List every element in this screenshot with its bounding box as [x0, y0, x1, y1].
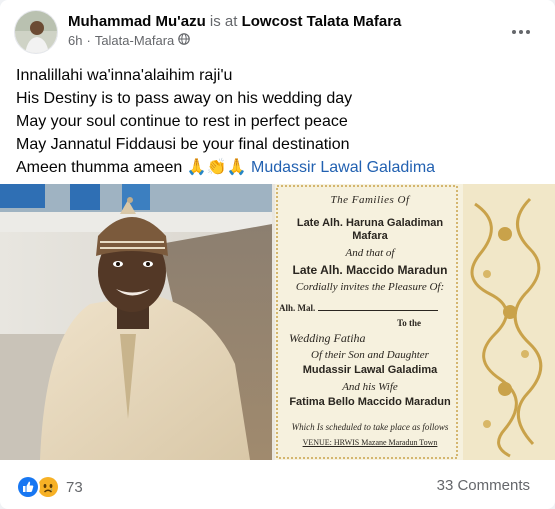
reactions-summary[interactable]: 73 [16, 475, 83, 499]
post-line: His Destiny is to pass away on his weddi… [16, 90, 353, 107]
inv-alh-mal: Alh. Mal. [279, 302, 461, 315]
post-line: May Jannatul Fiddausi be your final dest… [16, 136, 350, 153]
ameen-text: Ameen thumma ameen [16, 159, 183, 176]
inv-and-his-wife: And his Wife [342, 381, 398, 393]
mention-link[interactable]: Mudassir Lawal Galadima [251, 159, 435, 176]
avatar[interactable] [14, 10, 58, 54]
inv-scheduled: Which Is scheduled to take place as foll… [291, 422, 449, 432]
post-text: Innalillahi wa'inna'alaihim raji'u His D… [16, 64, 541, 179]
inv-groom: Mudassir Lawal Galadima [302, 364, 438, 376]
inv-heading: The Families Of [330, 194, 410, 206]
inv-bride: Fatima Bello Maccido Maradun [289, 396, 451, 408]
post-footer: 73 33 Comments [0, 460, 555, 509]
inv-of-their: Of their Son and Daughter [311, 349, 429, 361]
post-time[interactable]: 6h [68, 33, 82, 48]
at-text: is at [209, 13, 238, 30]
reaction-count: 73 [66, 478, 83, 496]
prayer-emoji: 🙏👏🙏 [186, 159, 247, 176]
meta-separator: · [86, 33, 91, 48]
portrait-photo[interactable] [0, 184, 272, 460]
post-meta: 6h · Talata-Mafara [68, 33, 191, 48]
post-line-last: Ameen thumma ameen 🙏👏🙏 Mudassir Lawal Ga… [16, 156, 541, 179]
inv-event: Wedding Fatiha [289, 331, 366, 345]
inv-blank-line [317, 310, 438, 311]
dot-icon [519, 30, 523, 34]
inv-to-the: To the [397, 318, 421, 328]
inv-cordially: Cordially invites the Pleasure Of: [295, 281, 445, 293]
inv-and-that: And that of [345, 247, 395, 259]
post-line: May your soul continue to rest in perfec… [16, 113, 348, 130]
author-name[interactable]: Muhammad Mu'azu [68, 13, 206, 30]
like-icon [16, 475, 40, 499]
dot-icon [526, 30, 530, 34]
post-media[interactable]: The Families Of Late Alh. Haruna Galadim… [0, 184, 555, 460]
invitation-card[interactable]: The Families Of Late Alh. Haruna Galadim… [275, 184, 555, 460]
post-location[interactable]: Talata-Mafara [95, 33, 174, 48]
poster-line: Muhammad Mu'azu is at Lowcost Talata Maf… [68, 13, 401, 30]
post-line: Innalillahi wa'inna'alaihim raji'u [16, 67, 233, 84]
avatar-photo [15, 11, 57, 53]
post-card: Muhammad Mu'azu is at Lowcost Talata Maf… [0, 0, 555, 509]
comments-count-link[interactable]: 33 Comments [437, 477, 530, 494]
checkin-place[interactable]: Lowcost Talata Mafara [242, 13, 402, 30]
inv-name2: Late Alh. Maccido Maradun [292, 263, 448, 277]
inv-venue: VENUE: HRWIS Mazane Maradun Town [302, 438, 438, 447]
globe-icon[interactable] [178, 33, 191, 48]
inv-name1: Late Alh. Haruna Galadiman Mafara [296, 217, 444, 242]
more-options-button[interactable] [507, 18, 535, 46]
post-header: Muhammad Mu'azu is at Lowcost Talata Maf… [14, 10, 541, 54]
dot-icon [512, 30, 516, 34]
invitation-text: The Families Of Late Alh. Haruna Galadim… [279, 194, 461, 449]
inv-alh-mal-label: Alh. Mal. [279, 303, 316, 313]
portrait-image [0, 184, 272, 460]
